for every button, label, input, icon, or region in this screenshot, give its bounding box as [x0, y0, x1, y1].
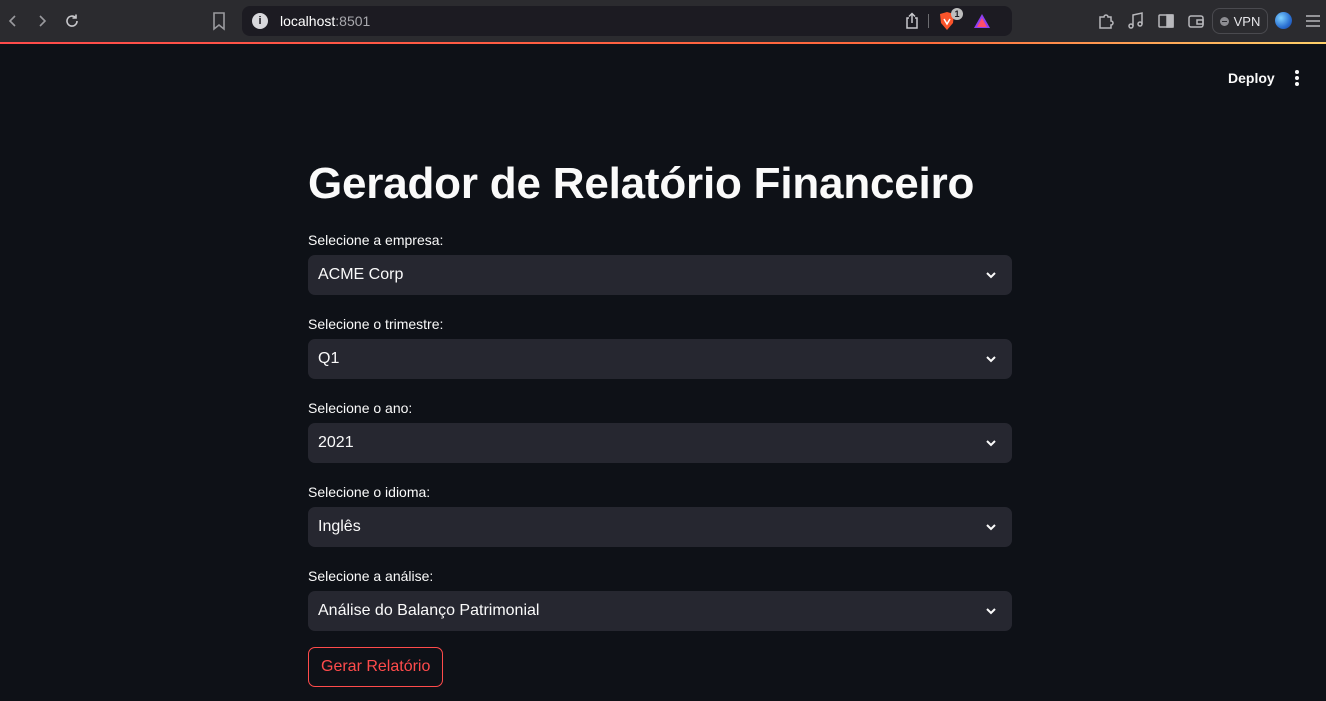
brave-rewards-icon[interactable] — [973, 12, 991, 30]
url-host: localhost — [280, 13, 336, 29]
site-info-icon[interactable]: i — [252, 13, 268, 29]
company-label: Selecione a empresa: — [308, 232, 444, 248]
generate-report-button[interactable]: Gerar Relatório — [308, 647, 444, 687]
chevron-down-icon — [984, 604, 998, 618]
language-select[interactable]: Inglês — [308, 507, 1012, 547]
page-title: Gerador de Relatório Financeiro — [308, 159, 975, 208]
wallet-icon[interactable] — [1186, 11, 1206, 31]
year-select[interactable]: 2021 — [308, 423, 1012, 463]
analysis-select-value: Análise do Balanço Patrimonial — [318, 602, 540, 619]
leo-ai-icon[interactable] — [1275, 12, 1292, 29]
sidebar-icon[interactable] — [1156, 11, 1176, 31]
language-label: Selecione o idioma: — [308, 484, 431, 500]
year-select-value: 2021 — [318, 434, 354, 451]
quarter-select-value: Q1 — [318, 350, 340, 367]
url-port: :8501 — [335, 13, 371, 29]
url-text: localhost:8501 — [280, 13, 370, 29]
year-label: Selecione o ano: — [308, 400, 413, 416]
divider — [928, 14, 929, 28]
vpn-status-icon — [1219, 16, 1229, 26]
quarter-select[interactable]: Q1 — [308, 339, 1012, 379]
media-icon[interactable] — [1126, 11, 1146, 31]
chevron-down-icon — [984, 436, 998, 450]
back-icon[interactable] — [3, 11, 23, 31]
app-container: Deploy Gerador de Relatório Financeiro S… — [0, 44, 1326, 701]
address-bar[interactable]: i localhost:8501 1 — [242, 6, 1012, 36]
menu-icon[interactable] — [1303, 11, 1323, 31]
reload-icon[interactable] — [62, 11, 82, 31]
forward-icon[interactable] — [32, 11, 52, 31]
extensions-icon[interactable] — [1096, 11, 1116, 31]
vpn-button[interactable]: VPN — [1212, 8, 1268, 34]
chevron-down-icon — [984, 268, 998, 282]
analysis-select[interactable]: Análise do Balanço Patrimonial — [308, 591, 1012, 631]
company-select[interactable]: ACME Corp — [308, 255, 1012, 295]
deploy-button[interactable]: Deploy — [1216, 68, 1287, 88]
quarter-label: Selecione o trimestre: — [308, 316, 444, 332]
shields-count-badge: 1 — [951, 8, 963, 20]
company-select-value: ACME Corp — [318, 266, 404, 283]
vpn-label: VPN — [1233, 13, 1261, 29]
chevron-down-icon — [984, 520, 998, 534]
share-icon[interactable] — [904, 12, 920, 30]
language-select-value: Inglês — [318, 518, 361, 535]
analysis-label: Selecione a análise: — [308, 568, 434, 584]
main-menu-icon[interactable] — [1287, 68, 1307, 88]
browser-toolbar: i localhost:8501 1 VPN — [0, 0, 1326, 42]
chevron-down-icon — [984, 352, 998, 366]
bookmark-icon[interactable] — [211, 11, 227, 31]
